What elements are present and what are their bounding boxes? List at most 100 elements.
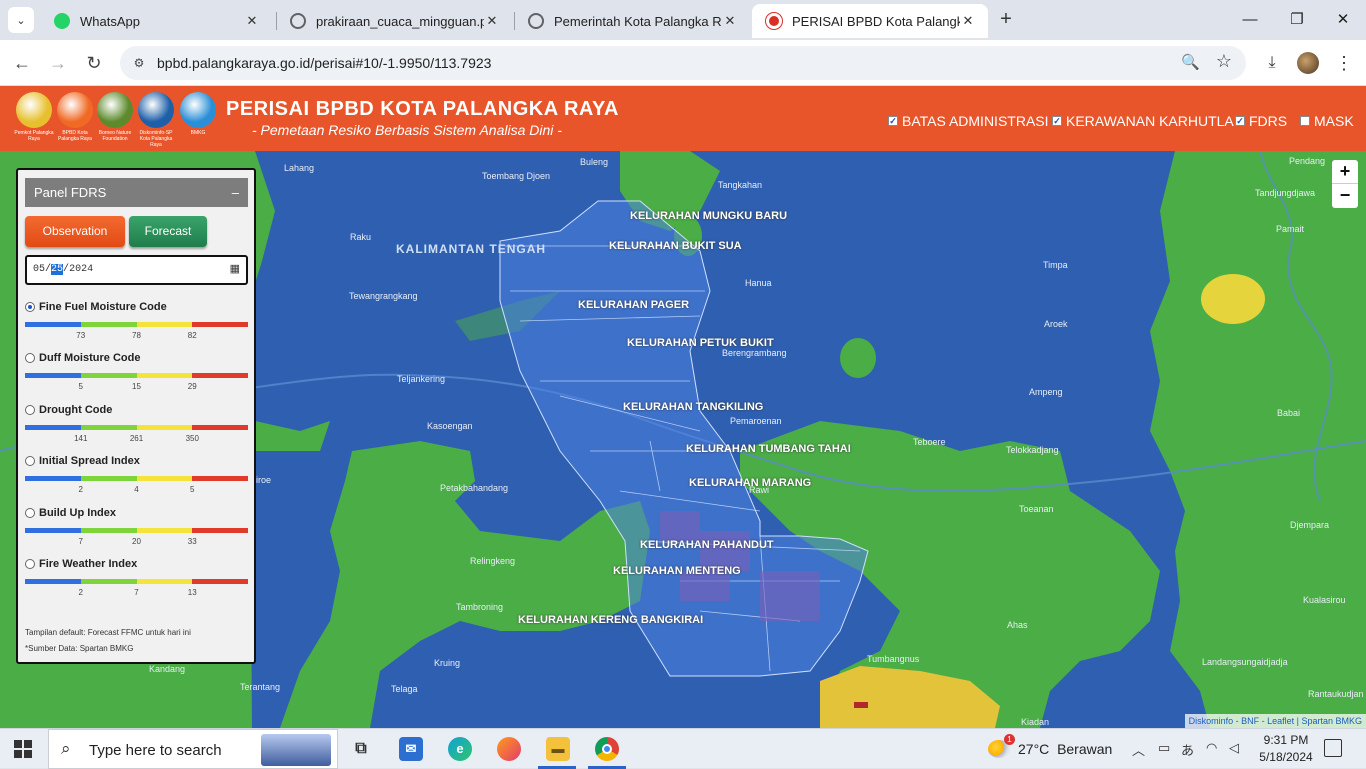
fdrs-index-option[interactable]: Duff Moisture Code 5 15 29 [25, 352, 248, 393]
place-label: Ampeng [1029, 387, 1063, 397]
forecast-button[interactable]: Forecast [129, 216, 207, 247]
windows-start-button[interactable] [14, 740, 32, 758]
bookmark-star-icon[interactable]: ☆ [1216, 51, 1232, 72]
radio-button[interactable] [25, 456, 35, 467]
colorbar-tick-label: 78 [132, 331, 141, 340]
radio-button[interactable] [25, 302, 35, 312]
fdrs-index-option[interactable]: Initial Spread Index 2 4 5 [25, 455, 248, 496]
panel-header[interactable]: Panel FDRS – [25, 178, 248, 207]
layer-toggle-fdrs[interactable]: ✓ FDRS [1235, 113, 1287, 129]
kelurahan-label: KELURAHAN PAGER [578, 299, 690, 311]
fdrs-index-label: Build Up Index [39, 506, 116, 519]
layer-label: KERAWANAN KARHUTLA [1066, 113, 1234, 129]
zoom-out-button[interactable]: − [1332, 184, 1358, 208]
close-icon[interactable]: ✕ [244, 13, 260, 29]
edge-browser-icon[interactable]: e [448, 737, 472, 761]
weather-widget[interactable]: 1 27°C Berawan [988, 734, 1113, 758]
site-header: Pemkot Palangka Raya BPBD Kota Palangka R… [0, 86, 1366, 151]
close-window-button[interactable]: ✕ [1331, 8, 1355, 32]
date-input[interactable]: 05/25/2024 ▦ [25, 255, 248, 285]
checkbox-icon[interactable]: ✓ [1235, 116, 1245, 126]
fdrs-index-option[interactable]: Build Up Index 7 20 33 [25, 507, 248, 548]
close-icon[interactable]: ✕ [722, 13, 738, 29]
tab-whatsapp[interactable]: WhatsApp ✕ [40, 4, 272, 38]
device-icon[interactable]: ▭ [1158, 740, 1170, 756]
taskbar-search-box[interactable]: ⌕ Type here to search [48, 729, 338, 769]
fdrs-panel: Panel FDRS – Observation Forecast 05/25/… [16, 168, 256, 664]
kelurahan-label: KELURAHAN KERENG BANGKIRAI [518, 614, 704, 626]
kelurahan-label: KELURAHAN PAHANDUT [640, 539, 774, 551]
partner-logo-caption: Diskominfo-SP Kota Palangka Raya [139, 130, 173, 148]
fdrs-index-label: Fine Fuel Moisture Code [39, 301, 167, 313]
fdrs-index-option[interactable]: Fine Fuel Moisture Code 73 78 82 [25, 301, 248, 342]
calendar-icon[interactable]: ▦ [230, 257, 240, 283]
kelurahan-label: KELURAHAN BUKIT SUA [609, 240, 742, 252]
layer-toggle-batas-administrasi[interactable]: ✓ BATAS ADMINISTRASI [888, 113, 1049, 129]
tab-search-dropdown[interactable]: ⌄ [8, 7, 34, 33]
place-label: Ahas [1007, 620, 1028, 630]
tab-prakiraan-pdf[interactable]: prakiraan_cuaca_mingguan.pdf ✕ [276, 4, 512, 38]
place-label: iroe [256, 475, 272, 485]
close-icon[interactable]: ✕ [484, 13, 500, 29]
site-info-icon[interactable]: ⚙ [130, 54, 148, 72]
radio-button[interactable] [25, 404, 35, 415]
place-label: Terantang [240, 682, 281, 692]
system-clock[interactable]: 9:31 PM 5/18/2024 [1250, 732, 1322, 766]
place-label: Telaga [391, 684, 418, 694]
colorbar-tick-label: 350 [185, 433, 199, 443]
task-view-icon[interactable]: ⧉ [349, 737, 373, 761]
fdrs-class-colorbar [25, 527, 248, 533]
tab-pemerintah-kota[interactable]: Pemerintah Kota Palangka Raya ✕ [514, 4, 750, 38]
notification-center-icon[interactable] [1324, 739, 1342, 757]
place-label: Teljankering [397, 374, 446, 384]
browser-menu-button[interactable]: ⋮ [1332, 51, 1356, 75]
address-bar[interactable]: ⚙ bpbd.palangkaraya.go.id/perisai#10/-1.… [120, 46, 1246, 80]
map-attribution[interactable]: Diskominfo - BNF - Leaflet | Spartan BMK… [1184, 714, 1366, 728]
checkbox-icon[interactable]: ✓ [888, 116, 898, 126]
layer-toggle-mask[interactable]: MASK [1300, 113, 1354, 129]
radio-button[interactable] [25, 559, 35, 569]
place-label: Djempara [1290, 520, 1330, 530]
fdrs-index-option[interactable]: Drought Code 141 261 350 [25, 404, 248, 445]
layer-label: MASK [1314, 113, 1354, 129]
tab-perisai-bpbd[interactable]: PERISAI BPBD Kota Palangka Ra ✕ [752, 4, 988, 38]
profile-avatar[interactable] [1297, 52, 1319, 74]
url-text: bpbd.palangkaraya.go.id/perisai#10/-1.99… [157, 55, 492, 71]
kelurahan-label: KELURAHAN TUMBANG TAHAI [686, 443, 851, 455]
forward-button[interactable]: → [46, 51, 70, 75]
site-subtitle: - Pemetaan Resiko Berbasis Sistem Analis… [252, 122, 562, 138]
mail-app-icon[interactable]: ✉ [399, 737, 423, 761]
chrome-icon[interactable] [595, 737, 619, 761]
file-explorer-icon[interactable]: ▬ [546, 737, 570, 761]
date-day: 25 [51, 264, 64, 275]
restore-window-button[interactable]: ❐ [1285, 8, 1309, 32]
chevron-up-icon[interactable]: ︿ [1132, 740, 1145, 759]
language-icon[interactable]: あ [1181, 740, 1194, 759]
panel-minimize-button[interactable]: – [232, 178, 239, 207]
browser-tab-strip: ⌄ WhatsApp ✕ prakiraan_cuaca_mingguan.pd… [0, 0, 1366, 40]
checkbox-icon[interactable] [1300, 116, 1310, 126]
place-label: Landangsungaidjadja [1202, 657, 1288, 667]
volume-icon[interactable]: ◁ [1229, 740, 1239, 756]
colorbar-tick-label: 141 [74, 433, 88, 443]
radio-button[interactable] [25, 353, 35, 364]
partner-logo [16, 92, 52, 128]
close-icon[interactable]: ✕ [960, 13, 976, 29]
reload-button[interactable]: ↻ [82, 51, 106, 75]
wifi-icon[interactable]: ◠ [1206, 740, 1217, 756]
download-button[interactable]: ⤓ [1260, 51, 1284, 75]
radio-button[interactable] [25, 507, 35, 518]
observation-button[interactable]: Observation [25, 216, 125, 247]
minimize-window-button[interactable]: — [1238, 8, 1262, 32]
weather-description: Berawan [1057, 741, 1113, 757]
new-tab-button[interactable]: + [994, 8, 1018, 32]
back-button[interactable]: ← [10, 51, 34, 75]
layer-toggle-kerawanan-karhutla[interactable]: ✓ KERAWANAN KARHUTLA [1052, 113, 1234, 129]
firefox-icon[interactable] [497, 737, 521, 761]
fdrs-index-option[interactable]: Fire Weather Index 2 7 13 [25, 558, 248, 599]
zoom-icon[interactable]: 🔍 [1181, 53, 1200, 71]
place-label: Teboere [913, 437, 946, 447]
place-label: Tambroning [456, 602, 504, 612]
zoom-in-button[interactable]: + [1332, 160, 1358, 184]
checkbox-icon[interactable]: ✓ [1052, 116, 1062, 126]
